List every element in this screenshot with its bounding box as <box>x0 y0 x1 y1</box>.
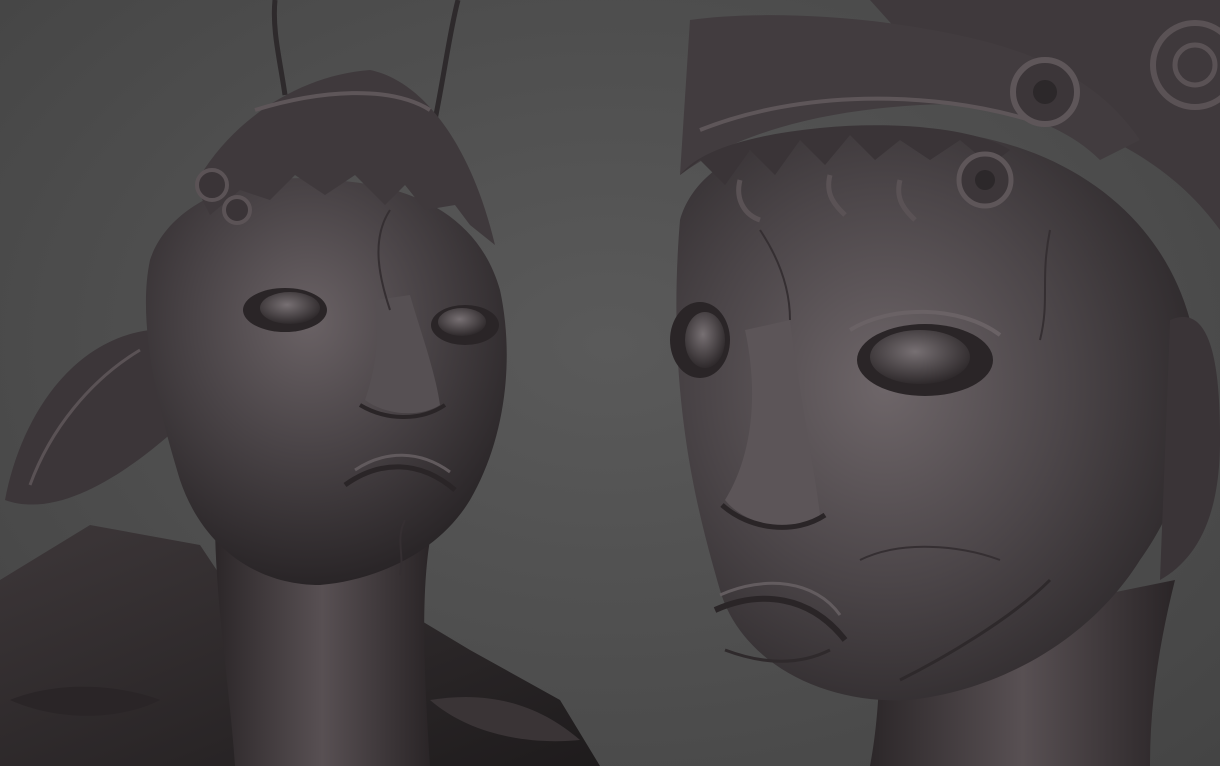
left-helmet-ring-2 <box>222 195 252 225</box>
left-antenna-1 <box>271 0 288 96</box>
left-head <box>145 178 507 586</box>
right-bust <box>670 0 1220 766</box>
right-ear <box>1160 316 1220 580</box>
viewport-render <box>0 0 1220 766</box>
left-antenna-2 <box>432 0 461 121</box>
left-bust <box>0 0 600 766</box>
sculpt-viewport[interactable] <box>0 0 1220 766</box>
left-helmet-ring-1 <box>195 168 229 202</box>
left-ear <box>5 330 175 505</box>
